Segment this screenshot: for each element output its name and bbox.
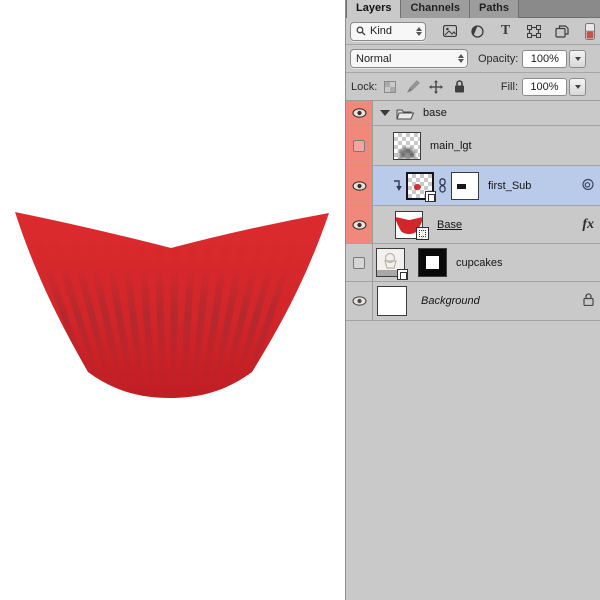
shape-layer-filter-icon[interactable] [526,24,541,39]
cupcake-wrapper-shape [0,195,340,405]
filter-toggle-switch[interactable] [582,24,597,39]
blend-mode-row: Normal Opacity: 100% [346,45,600,73]
smart-object-filter-icon[interactable] [554,24,569,39]
thumbnail-content [394,133,420,159]
vector-shape-badge-icon [416,227,429,240]
layer-thumbnail[interactable] [377,286,407,316]
search-icon [356,26,366,36]
blend-mode-value: Normal [356,53,391,65]
layer-thumbnail[interactable] [395,211,423,239]
layer-row-cupcakes[interactable]: cupcakes [346,244,600,282]
layer-thumbnail[interactable] [406,172,434,200]
smart-filter-circle-icon[interactable] [582,178,594,193]
visibility-cell[interactable] [346,166,373,205]
visibility-cell[interactable] [346,101,373,125]
layer-row-first-sub[interactable]: first_Sub [346,166,600,206]
fill-dropdown-button[interactable] [569,78,586,96]
layer-name[interactable]: cupcakes [456,257,502,269]
panel-tab-bar: Layers Channels Paths [346,0,600,18]
filter-kind-dropdown[interactable]: Kind [350,22,426,41]
dropdown-arrows-icon [411,27,422,36]
layer-filter-row: Kind T [346,18,600,45]
layer-thumbnail[interactable] [376,248,405,277]
panel-empty-area [346,321,600,600]
visibility-cell[interactable] [346,126,373,165]
layer-name[interactable]: Base [437,219,462,231]
lock-pixels-icon[interactable] [406,80,420,94]
group-expand-arrow-icon[interactable] [380,110,390,116]
smart-object-badge-icon [397,269,408,280]
eye-icon [352,296,367,306]
layer-mask-thumbnail[interactable] [451,172,479,200]
tab-paths[interactable]: Paths [470,0,519,18]
lock-label: Lock: [351,81,377,93]
visibility-checkbox-empty [353,140,365,152]
visibility-checkbox-empty [353,257,365,269]
eye-icon [352,220,367,230]
dropdown-arrows-icon [453,54,464,63]
pixel-layer-filter-icon[interactable] [442,24,457,39]
mask-content [457,184,466,189]
layer-mask-thumbnail[interactable] [418,248,447,277]
layer-effects-fx-icon[interactable]: fx [582,217,594,233]
layer-row-group-base[interactable]: base [346,101,600,126]
type-layer-filter-icon[interactable]: T [498,24,513,39]
layers-panel: Layers Channels Paths Kind [345,0,600,600]
visibility-cell[interactable] [346,282,373,320]
adjustment-layer-filter-icon[interactable] [470,24,485,39]
chevron-down-icon [575,85,581,89]
thumbnail-content [413,183,421,190]
fill-input[interactable]: 100% [522,78,567,96]
eye-icon [352,181,367,191]
fill-label: Fill: [501,81,518,93]
tab-channels[interactable]: Channels [401,0,470,18]
layer-name[interactable]: base [423,107,447,119]
background-lock-icon [583,293,594,309]
blend-mode-dropdown[interactable]: Normal [350,49,468,68]
mask-link-icon[interactable] [438,178,447,193]
mask-content [426,256,439,269]
visibility-cell[interactable] [346,244,373,281]
photoshop-window: Layers Channels Paths Kind [0,0,600,600]
lock-position-icon[interactable] [429,80,443,94]
chevron-down-icon [575,57,581,61]
tab-bar-spacer [519,0,600,17]
document-canvas[interactable] [0,0,345,600]
smart-object-badge-icon [425,191,436,202]
filter-kind-label: Kind [370,25,392,37]
lock-all-icon[interactable] [452,80,466,94]
lock-transparency-icon[interactable] [383,80,397,94]
layer-name[interactable]: main_lgt [430,140,472,152]
visibility-cell[interactable] [346,206,373,243]
layer-name[interactable]: Background [421,295,480,307]
layer-thumbnail[interactable] [393,132,421,160]
opacity-input[interactable]: 100% [522,50,567,68]
layer-name[interactable]: first_Sub [488,180,531,192]
layer-row-background[interactable]: Background [346,282,600,321]
clipping-mask-arrow-icon [391,180,402,192]
folder-open-icon [396,107,415,120]
lock-row: Lock: Fill: 100% [346,73,600,101]
layer-row-base-shape[interactable]: Base fx [346,206,600,244]
opacity-dropdown-button[interactable] [569,50,586,68]
opacity-label: Opacity: [478,53,518,65]
tab-layers[interactable]: Layers [346,0,401,18]
layer-row-main-lgt[interactable]: main_lgt [346,126,600,166]
eye-icon [352,108,367,118]
